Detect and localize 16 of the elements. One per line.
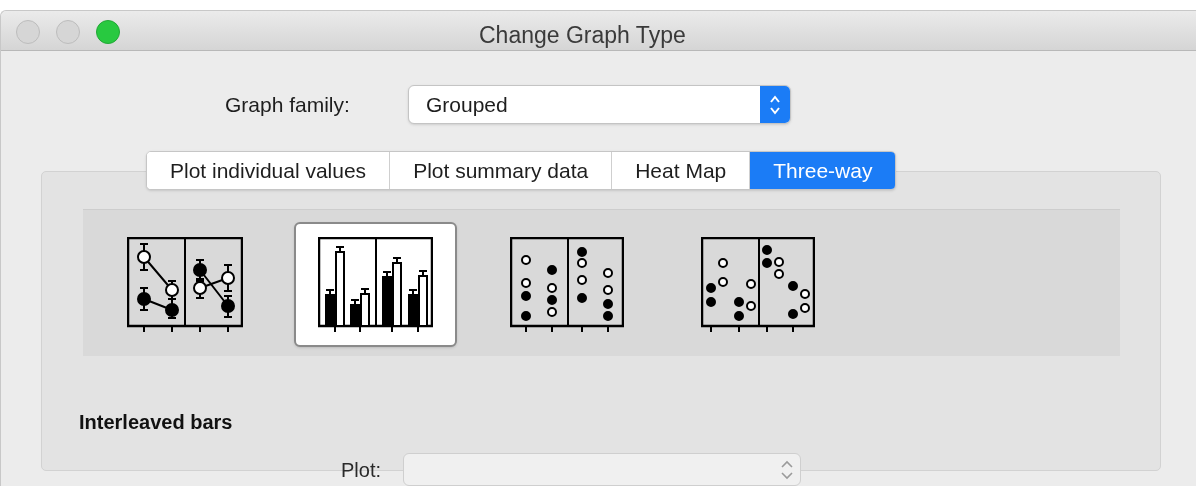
line-graph-icon [126,236,243,333]
stepper-icon [769,93,781,116]
bar-graph-icon [318,236,433,333]
tab[interactable]: Three-way [749,152,896,189]
graph-family-label: Graph family: [225,91,351,118]
dot-plot-icon [509,236,624,333]
tab[interactable]: Plot summary data [389,152,612,189]
section-title: Interleaved bars [79,410,234,435]
window-title: Change Graph Type [479,21,686,50]
stepper-icon [780,458,794,481]
graph-family-dropdown[interactable]: Grouped [408,85,791,124]
tab[interactable]: Heat Map [611,152,750,189]
plot-label: Plot: [341,457,383,483]
tab[interactable]: Plot individual values [147,152,390,189]
scatter-plot-icon [700,236,815,333]
graph-type-option[interactable] [294,222,457,347]
